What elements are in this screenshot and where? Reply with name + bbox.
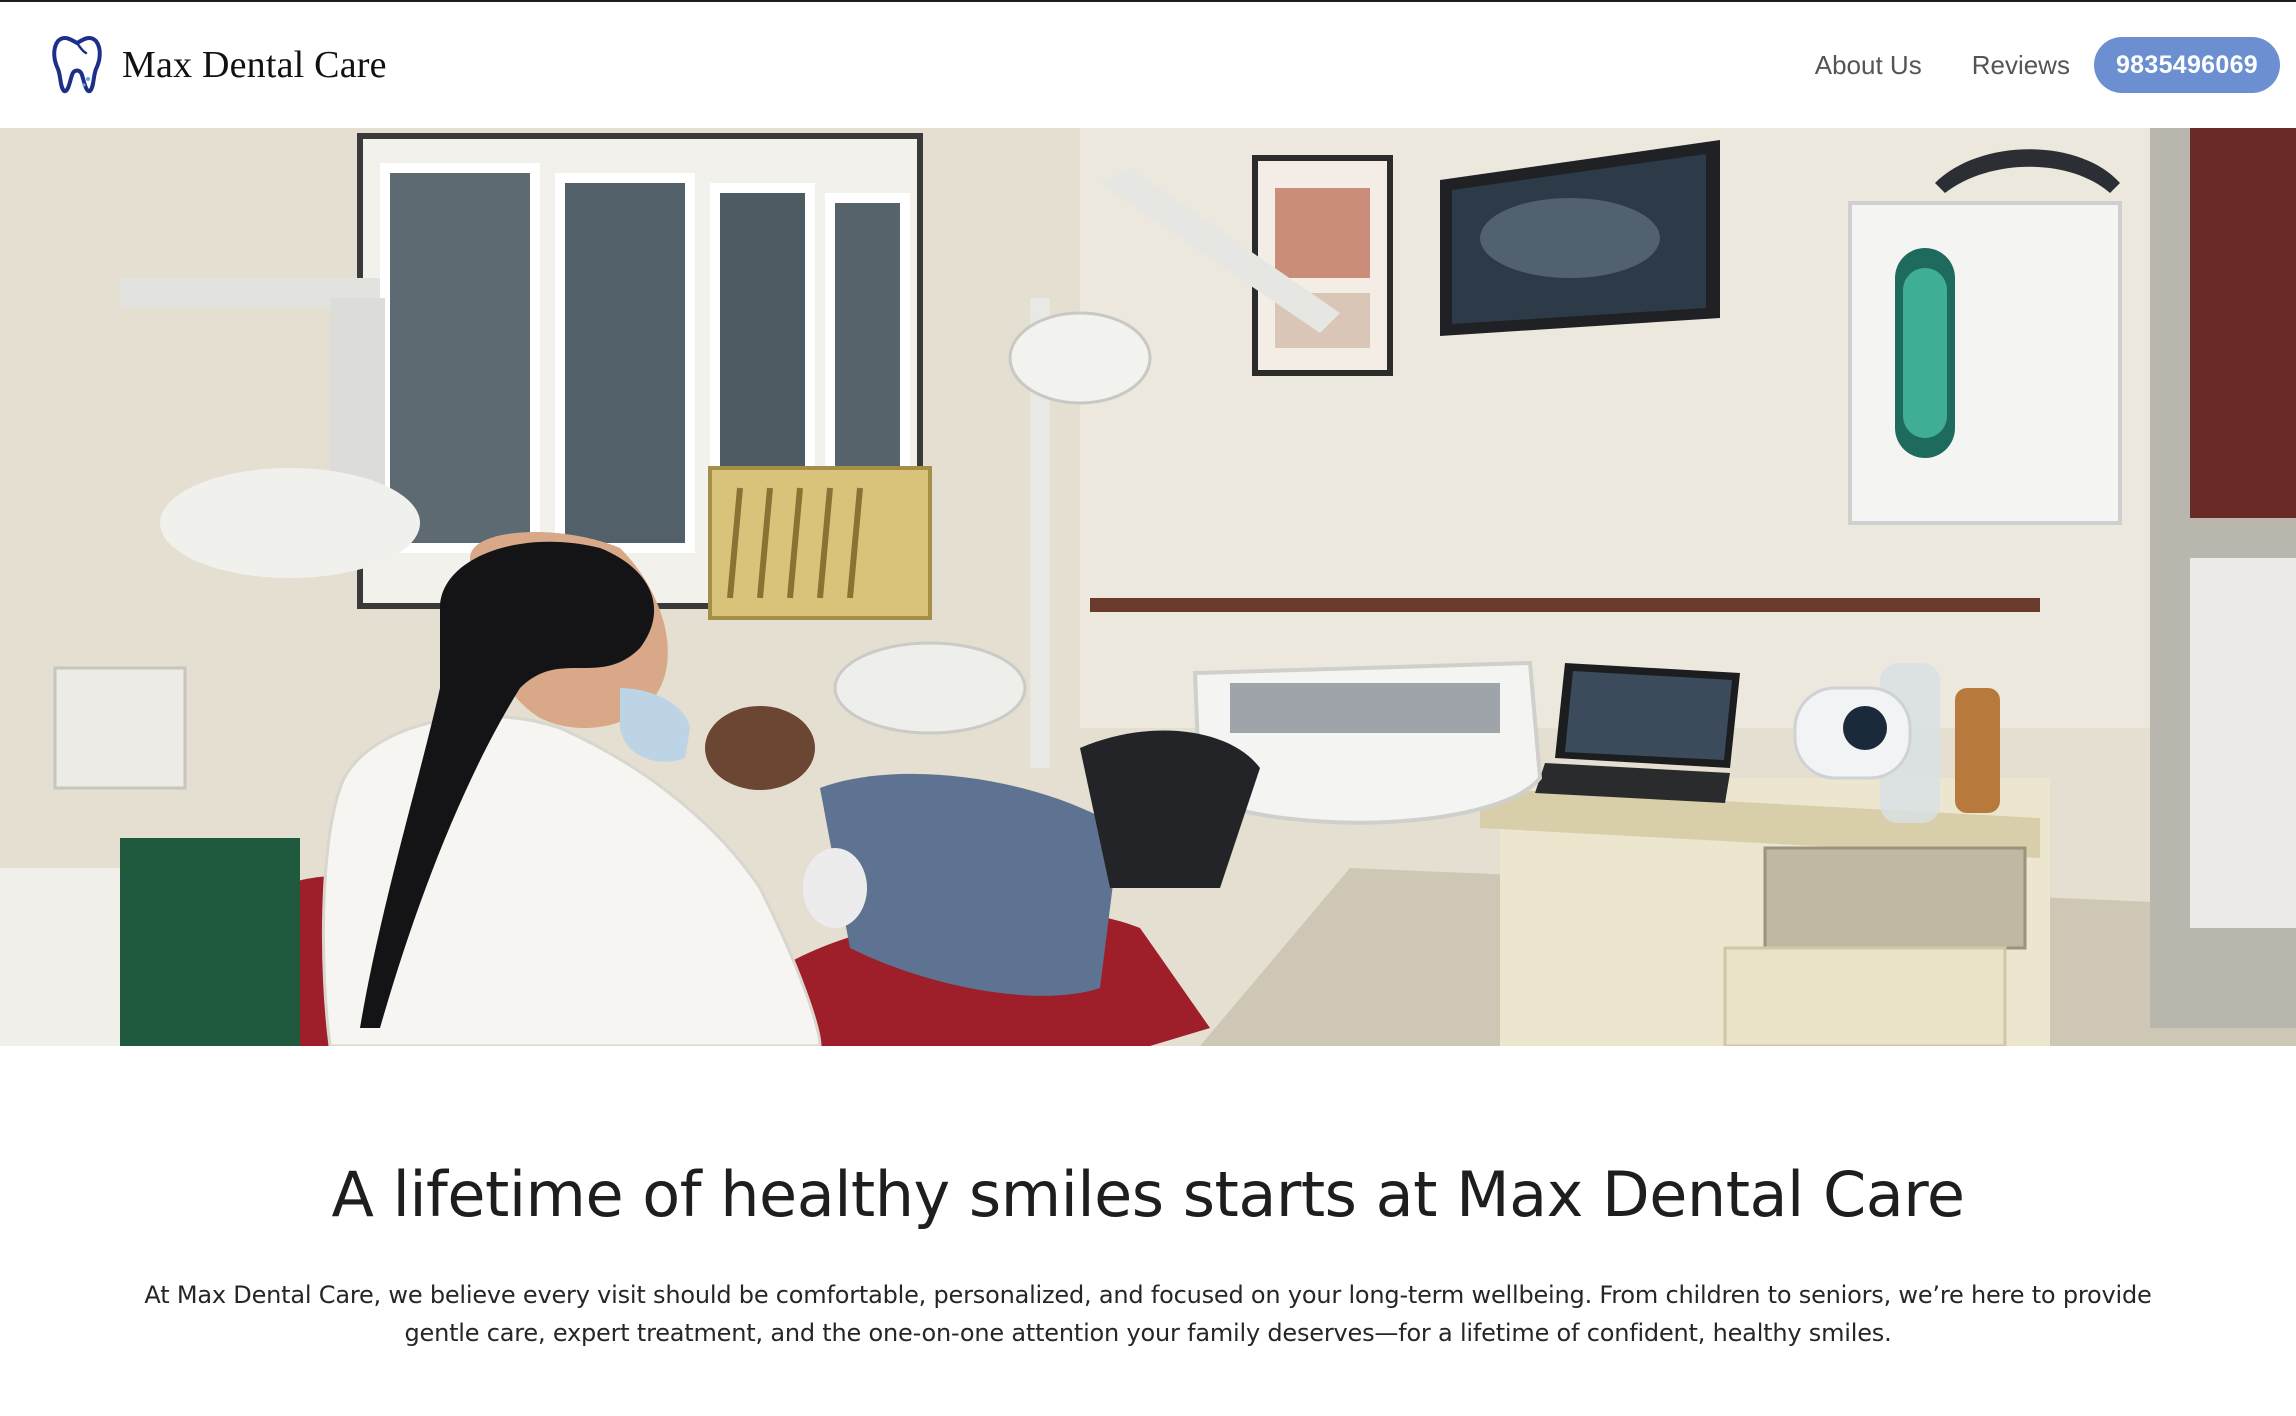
nav-link-reviews[interactable]: Reviews [1972, 50, 2070, 81]
intro-section: A lifetime of healthy smiles starts at M… [0, 1046, 2296, 1416]
site-header: Max Dental Care About Us Reviews 9835496… [0, 2, 2296, 128]
nav-link-about-us[interactable]: About Us [1815, 50, 1922, 81]
hero-image [0, 128, 2296, 1046]
page-headline: A lifetime of healthy smiles starts at M… [331, 1158, 1965, 1231]
main-nav: About Us Reviews 9835496069 [1815, 37, 2280, 93]
brand-name: Max Dental Care [122, 44, 387, 86]
intro-paragraph: At Max Dental Care, we believe every vis… [144, 1281, 2152, 1347]
dental-clinic-photo [0, 128, 2296, 1046]
brand-logo-link[interactable]: Max Dental Care [50, 35, 387, 95]
tooth-icon [52, 35, 102, 94]
call-phone-button[interactable]: 9835496069 [2093, 37, 2280, 93]
